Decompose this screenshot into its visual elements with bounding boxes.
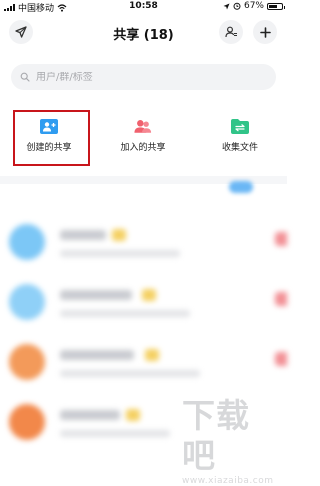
blurred-filter-pill[interactable] [229, 181, 253, 193]
joined-share-icon [134, 118, 152, 134]
add-button[interactable] [253, 20, 277, 44]
contacts-icon [224, 26, 237, 38]
avatar [9, 404, 45, 440]
watermark: 下载吧 www.xiazaiba.com [182, 396, 282, 486]
alarm-icon [233, 2, 241, 10]
collect-files-icon [231, 118, 249, 134]
search-input[interactable] [36, 71, 236, 83]
list-item[interactable] [0, 212, 287, 272]
watermark-title: 下载吧 [182, 396, 250, 475]
collect-files-button[interactable]: 收集文件 [195, 108, 285, 166]
contacts-button[interactable] [219, 20, 243, 44]
search-icon [20, 72, 30, 82]
joined-shares-label: 加入的共享 [120, 143, 166, 153]
collect-files-label: 收集文件 [221, 143, 258, 153]
status-bar: 中国移动 10:58 67% [0, 0, 287, 14]
highlight-annotation [13, 110, 90, 166]
list-item[interactable] [0, 332, 287, 392]
avatar [9, 344, 45, 380]
avatar [9, 284, 45, 320]
list-item[interactable] [0, 272, 287, 332]
battery-percent: 67% [243, 1, 264, 11]
plus-icon [259, 26, 271, 38]
page-title: 共享 (18) [113, 28, 174, 43]
status-right: 67% [223, 1, 285, 11]
avatar [9, 224, 45, 260]
location-icon [223, 3, 230, 9]
battery-icon [267, 2, 285, 10]
watermark-url: www.xiazaiba.com [182, 476, 274, 486]
joined-shares-button[interactable]: 加入的共享 [98, 108, 188, 166]
search-bar[interactable] [11, 64, 276, 90]
nav-bar: 共享 (18) [0, 16, 287, 48]
